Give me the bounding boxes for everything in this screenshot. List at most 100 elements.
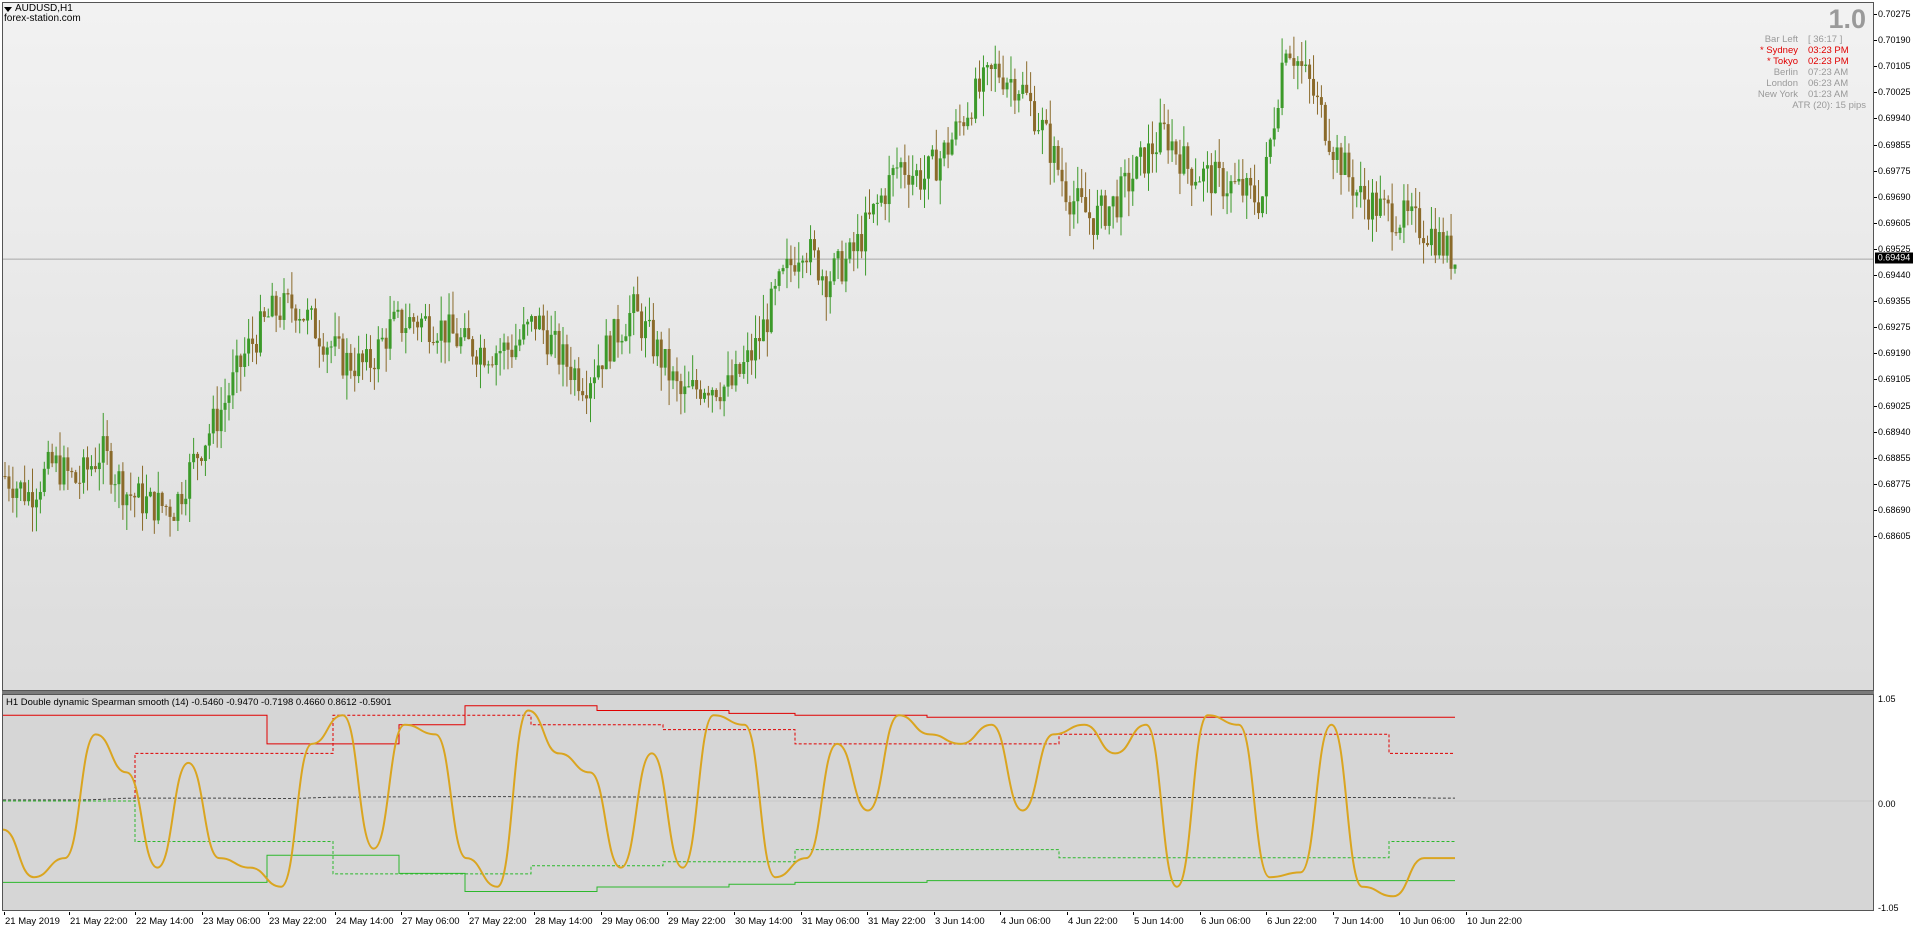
upper-band-dashed bbox=[3, 714, 1455, 802]
candle-body bbox=[1029, 92, 1033, 102]
candle-body bbox=[671, 371, 675, 381]
candle-body bbox=[1260, 196, 1264, 214]
candle-body bbox=[899, 162, 903, 168]
candle-body bbox=[612, 319, 616, 362]
indicator-pane[interactable] bbox=[2, 694, 1874, 911]
candle-body bbox=[640, 311, 644, 339]
price-axis[interactable]: 0.70275 0.70190 0.70105 0.70025 0.69940 0.698… bbox=[1874, 0, 1916, 933]
candle-body bbox=[911, 175, 915, 185]
time-tick-label: 10 Jun 06:00 bbox=[1400, 916, 1455, 927]
info-row-value: 07:23 AM bbox=[1808, 67, 1849, 78]
candle-body bbox=[180, 493, 184, 505]
candle-body bbox=[1245, 177, 1249, 196]
candle-body bbox=[1257, 202, 1261, 214]
candle-body bbox=[647, 319, 651, 322]
candle-body bbox=[475, 356, 479, 365]
candle-body bbox=[746, 350, 750, 363]
candle-body bbox=[942, 142, 946, 159]
time-tick bbox=[867, 912, 868, 915]
candle-body bbox=[1213, 161, 1217, 194]
candle-body bbox=[871, 203, 875, 215]
price-tick-label: 0.69105 bbox=[1878, 374, 1911, 385]
candle-body bbox=[207, 433, 211, 446]
candle-body bbox=[310, 308, 314, 310]
candle-body bbox=[754, 338, 758, 361]
candle-body bbox=[706, 392, 710, 396]
candle-body bbox=[632, 294, 636, 314]
time-tick bbox=[667, 912, 668, 915]
candle-body bbox=[486, 364, 490, 366]
price-chart-pane[interactable] bbox=[2, 2, 1874, 691]
candle-body bbox=[1449, 235, 1453, 269]
candle-body bbox=[211, 408, 215, 434]
candle-body bbox=[765, 319, 769, 333]
time-tick bbox=[401, 912, 402, 915]
candle-body bbox=[879, 195, 883, 203]
time-tick-label: 3 Jun 14:00 bbox=[935, 916, 985, 927]
candle-body bbox=[930, 149, 934, 157]
candle-body bbox=[628, 313, 632, 337]
time-tick bbox=[1133, 912, 1134, 915]
candle-body bbox=[70, 470, 74, 473]
candle-body bbox=[172, 516, 176, 521]
price-tick bbox=[1874, 92, 1877, 94]
info-number: 1.0 bbox=[1828, 4, 1866, 34]
price-tick-label: 0.69190 bbox=[1878, 348, 1911, 359]
candle-body bbox=[1241, 178, 1245, 196]
candle-body bbox=[1013, 78, 1017, 101]
time-tick-label: 5 Jun 14:00 bbox=[1134, 916, 1184, 927]
candle-body bbox=[86, 457, 90, 470]
candlestick-chart[interactable] bbox=[3, 3, 1873, 690]
candle-body bbox=[337, 336, 341, 339]
indicator-level-label: 1.05 bbox=[1878, 694, 1896, 704]
time-tick bbox=[934, 912, 935, 915]
candle-body bbox=[266, 316, 270, 318]
time-tick-label: 23 May 22:00 bbox=[269, 916, 327, 927]
candle-body bbox=[1394, 232, 1398, 234]
price-tick bbox=[1874, 196, 1877, 198]
dropdown-triangle-icon[interactable] bbox=[4, 6, 12, 12]
candle-body bbox=[734, 364, 738, 386]
candle-body bbox=[494, 353, 498, 366]
candle-body bbox=[93, 466, 97, 470]
candle-body bbox=[121, 471, 125, 506]
candle-body bbox=[903, 162, 907, 175]
candle-body bbox=[1296, 61, 1300, 66]
candle-body bbox=[11, 488, 15, 498]
candle-body bbox=[1056, 146, 1060, 170]
candle-body bbox=[852, 242, 856, 252]
candle-body bbox=[966, 117, 970, 127]
price-tick bbox=[1874, 379, 1877, 381]
candle-body bbox=[832, 258, 836, 282]
candle-body bbox=[659, 339, 663, 368]
candle-body bbox=[455, 333, 459, 347]
time-tick bbox=[69, 912, 70, 915]
candle-body bbox=[1036, 130, 1040, 132]
candle-body bbox=[1359, 185, 1363, 193]
candle-body bbox=[137, 483, 141, 498]
candle-body bbox=[467, 328, 471, 340]
candle-body bbox=[1237, 178, 1241, 182]
price-tick-label: 0.70025 bbox=[1878, 87, 1911, 98]
candle-body bbox=[1123, 172, 1127, 177]
candle-body bbox=[62, 457, 66, 485]
candle-body bbox=[958, 121, 962, 123]
info-row: ATR (20): 15 pips bbox=[1726, 100, 1866, 111]
candle-body bbox=[1186, 146, 1190, 169]
candle-body bbox=[1386, 199, 1390, 204]
info-row-label: New York bbox=[1757, 89, 1798, 100]
info-row-label: Berlin bbox=[1773, 67, 1798, 78]
candle-body bbox=[1406, 200, 1410, 212]
candle-body bbox=[46, 451, 50, 469]
candle-body bbox=[1076, 188, 1080, 202]
candle-body bbox=[478, 347, 482, 365]
time-axis[interactable]: 21 May 2019 21 May 22:00 22 May 14:00 23 Ma… bbox=[0, 912, 1874, 933]
candle-body bbox=[1429, 228, 1433, 246]
spearman-indicator-chart[interactable] bbox=[3, 695, 1873, 910]
candle-body bbox=[1304, 64, 1308, 66]
candle-body bbox=[848, 242, 852, 259]
candle-body bbox=[1139, 147, 1143, 157]
candle-body bbox=[526, 321, 530, 325]
candle-body bbox=[742, 362, 746, 374]
candle-body bbox=[199, 458, 203, 461]
